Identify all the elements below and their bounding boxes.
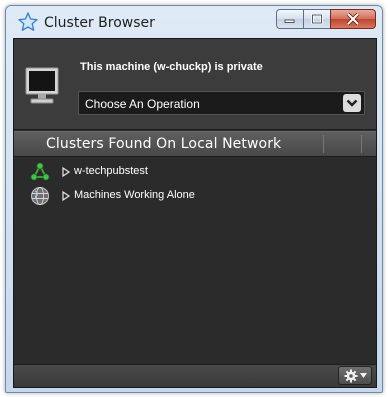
cluster-nodes-icon bbox=[30, 162, 50, 181]
clusters-column-header[interactable]: Clusters Found On Local Network bbox=[14, 131, 376, 157]
expand-arrow-icon[interactable] bbox=[61, 167, 71, 177]
list-item[interactable]: Machines Working Alone bbox=[14, 185, 376, 207]
bottom-toolbar bbox=[14, 364, 376, 387]
chevron-down-icon[interactable] bbox=[343, 94, 361, 112]
machine-status-text: This machine (w-chuckp) is private bbox=[80, 61, 263, 73]
gear-menu-button[interactable] bbox=[338, 366, 372, 385]
operation-select[interactable]: Choose An Operation bbox=[78, 91, 365, 115]
window-title: Cluster Browser bbox=[44, 15, 155, 31]
list-item-label: Machines Working Alone bbox=[74, 189, 195, 201]
list-item[interactable]: w-techpubstest bbox=[14, 161, 376, 183]
star-icon bbox=[18, 12, 38, 31]
machine-status-panel: This machine (w-chuckp) is private Choos… bbox=[14, 39, 376, 130]
caption-buttons bbox=[276, 9, 376, 31]
close-button[interactable] bbox=[330, 9, 376, 29]
cluster-browser-window: Cluster Browser This machine (w-chuckp) … bbox=[5, 5, 383, 393]
gear-icon bbox=[344, 369, 357, 382]
close-icon bbox=[346, 13, 360, 25]
caret-down-icon bbox=[359, 373, 367, 378]
globe-icon bbox=[31, 187, 49, 205]
minimize-icon bbox=[284, 19, 295, 23]
column-divider bbox=[361, 135, 362, 153]
monitor-icon bbox=[25, 67, 59, 104]
column-header-label: Clusters Found On Local Network bbox=[46, 136, 282, 152]
minimize-button[interactable] bbox=[276, 9, 303, 29]
maximize-button[interactable] bbox=[303, 9, 330, 29]
operation-select-value: Choose An Operation bbox=[85, 97, 200, 111]
client-area: This machine (w-chuckp) is private Choos… bbox=[13, 38, 377, 388]
list-item-label: w-techpubstest bbox=[74, 165, 148, 177]
column-divider bbox=[323, 135, 324, 153]
maximize-icon bbox=[311, 13, 323, 24]
cluster-list: w-techpubstest Machines Working Alone bbox=[14, 157, 376, 367]
title-bar[interactable]: Cluster Browser bbox=[6, 6, 382, 38]
expand-arrow-icon[interactable] bbox=[61, 191, 71, 201]
